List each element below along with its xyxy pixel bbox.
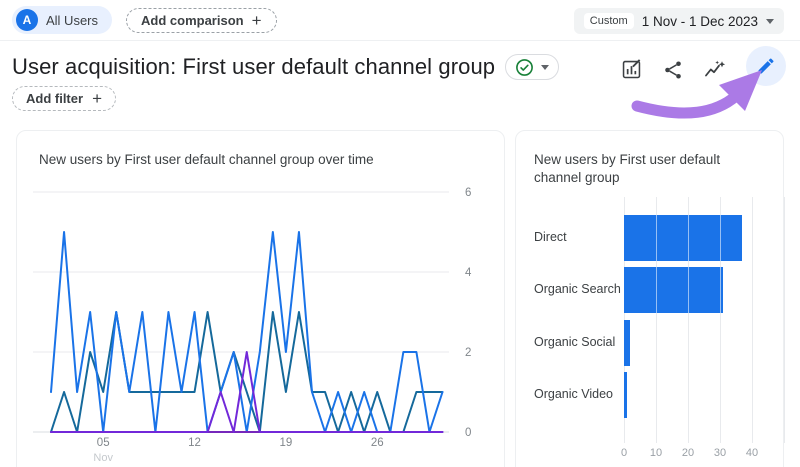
share-icon (662, 59, 684, 81)
bar-gridline-40 (752, 197, 753, 443)
bar-organic-social (624, 320, 630, 366)
add-filter-button[interactable]: Add filter + (12, 86, 116, 111)
bar-gridline-overlay (688, 267, 689, 313)
bar-gridline-overlay (720, 267, 721, 313)
plus-icon: + (92, 92, 102, 105)
bar-x-tick-label: 10 (644, 447, 668, 459)
edit-report-button[interactable] (746, 46, 786, 86)
all-users-label: All Users (46, 13, 98, 28)
bar-organic-search (624, 267, 723, 313)
comparison-bar: A All Users Add comparison + Custom 1 No… (0, 0, 800, 41)
ga4-report-page: A All Users Add comparison + Custom 1 No… (0, 0, 800, 467)
add-comparison-label: Add comparison (141, 13, 244, 28)
line-series-direct (51, 232, 443, 432)
y-tick-label: 0 (465, 427, 471, 439)
line-chart-title: New users by First user default channel … (39, 151, 374, 169)
all-users-chip[interactable]: A All Users (12, 6, 112, 34)
bar-gridline-50 (784, 197, 785, 443)
customize-report-button[interactable] (618, 57, 644, 83)
chevron-down-icon (541, 65, 549, 70)
insights-icon (703, 58, 727, 82)
bar-label-organic-social: Organic Social (534, 335, 615, 349)
x-tick-label: 19 (280, 437, 293, 449)
bar-x-tick-label: 40 (740, 447, 764, 459)
report-status-dropdown[interactable] (505, 54, 559, 80)
line-chart: 0 2 4 6 05 12 19 26 Nov (29, 184, 494, 467)
line-chart-card: New users by First user default channel … (16, 130, 505, 467)
bar-gridline-overlay (688, 215, 689, 261)
x-tick-label: 26 (371, 437, 384, 449)
customize-report-icon (620, 58, 643, 81)
bar-direct (624, 215, 742, 261)
date-mode-badge: Custom (584, 13, 634, 29)
bar-x-tick-label: 20 (676, 447, 700, 459)
bar-organic-video (624, 372, 627, 418)
check-circle-icon (515, 58, 534, 77)
add-comparison-button[interactable]: Add comparison + (126, 8, 277, 33)
date-range-selector[interactable]: Custom 1 Nov - 1 Dec 2023 (574, 8, 784, 34)
bar-gridline-overlay (720, 215, 721, 261)
page-title: User acquisition: First user default cha… (12, 54, 495, 80)
bar-label-direct: Direct (534, 230, 567, 244)
bar-label-organic-video: Organic Video (534, 387, 613, 401)
share-button[interactable] (660, 57, 686, 83)
report-actions (618, 53, 786, 86)
y-tick-label: 4 (465, 267, 472, 279)
x-axis-month-label: Nov (93, 452, 113, 464)
x-tick-label: 05 (97, 437, 110, 449)
bar-label-organic-search: Organic Search (534, 282, 621, 296)
filter-bar: Add filter + (12, 86, 116, 111)
report-title-row: User acquisition: First user default cha… (12, 54, 559, 80)
bar-chart: Direct Organic Search Organic Social Organi… (516, 131, 785, 467)
bar-x-tick-label: 30 (708, 447, 732, 459)
chevron-down-icon (766, 19, 774, 24)
add-filter-label: Add filter (26, 91, 83, 106)
pencil-icon (756, 56, 776, 76)
insights-button[interactable] (702, 57, 728, 83)
y-tick-label: 6 (465, 187, 471, 199)
bar-gridline-overlay (656, 215, 657, 261)
bar-gridline-overlay (656, 267, 657, 313)
bar-chart-card: New users by First user default channel … (515, 130, 784, 467)
bar-x-tick-label: 0 (612, 447, 636, 459)
date-range-text: 1 Nov - 1 Dec 2023 (642, 14, 758, 29)
y-tick-label: 2 (465, 347, 471, 359)
x-tick-label: 12 (188, 437, 201, 449)
audience-avatar: A (16, 9, 38, 31)
plus-icon: + (252, 14, 262, 27)
